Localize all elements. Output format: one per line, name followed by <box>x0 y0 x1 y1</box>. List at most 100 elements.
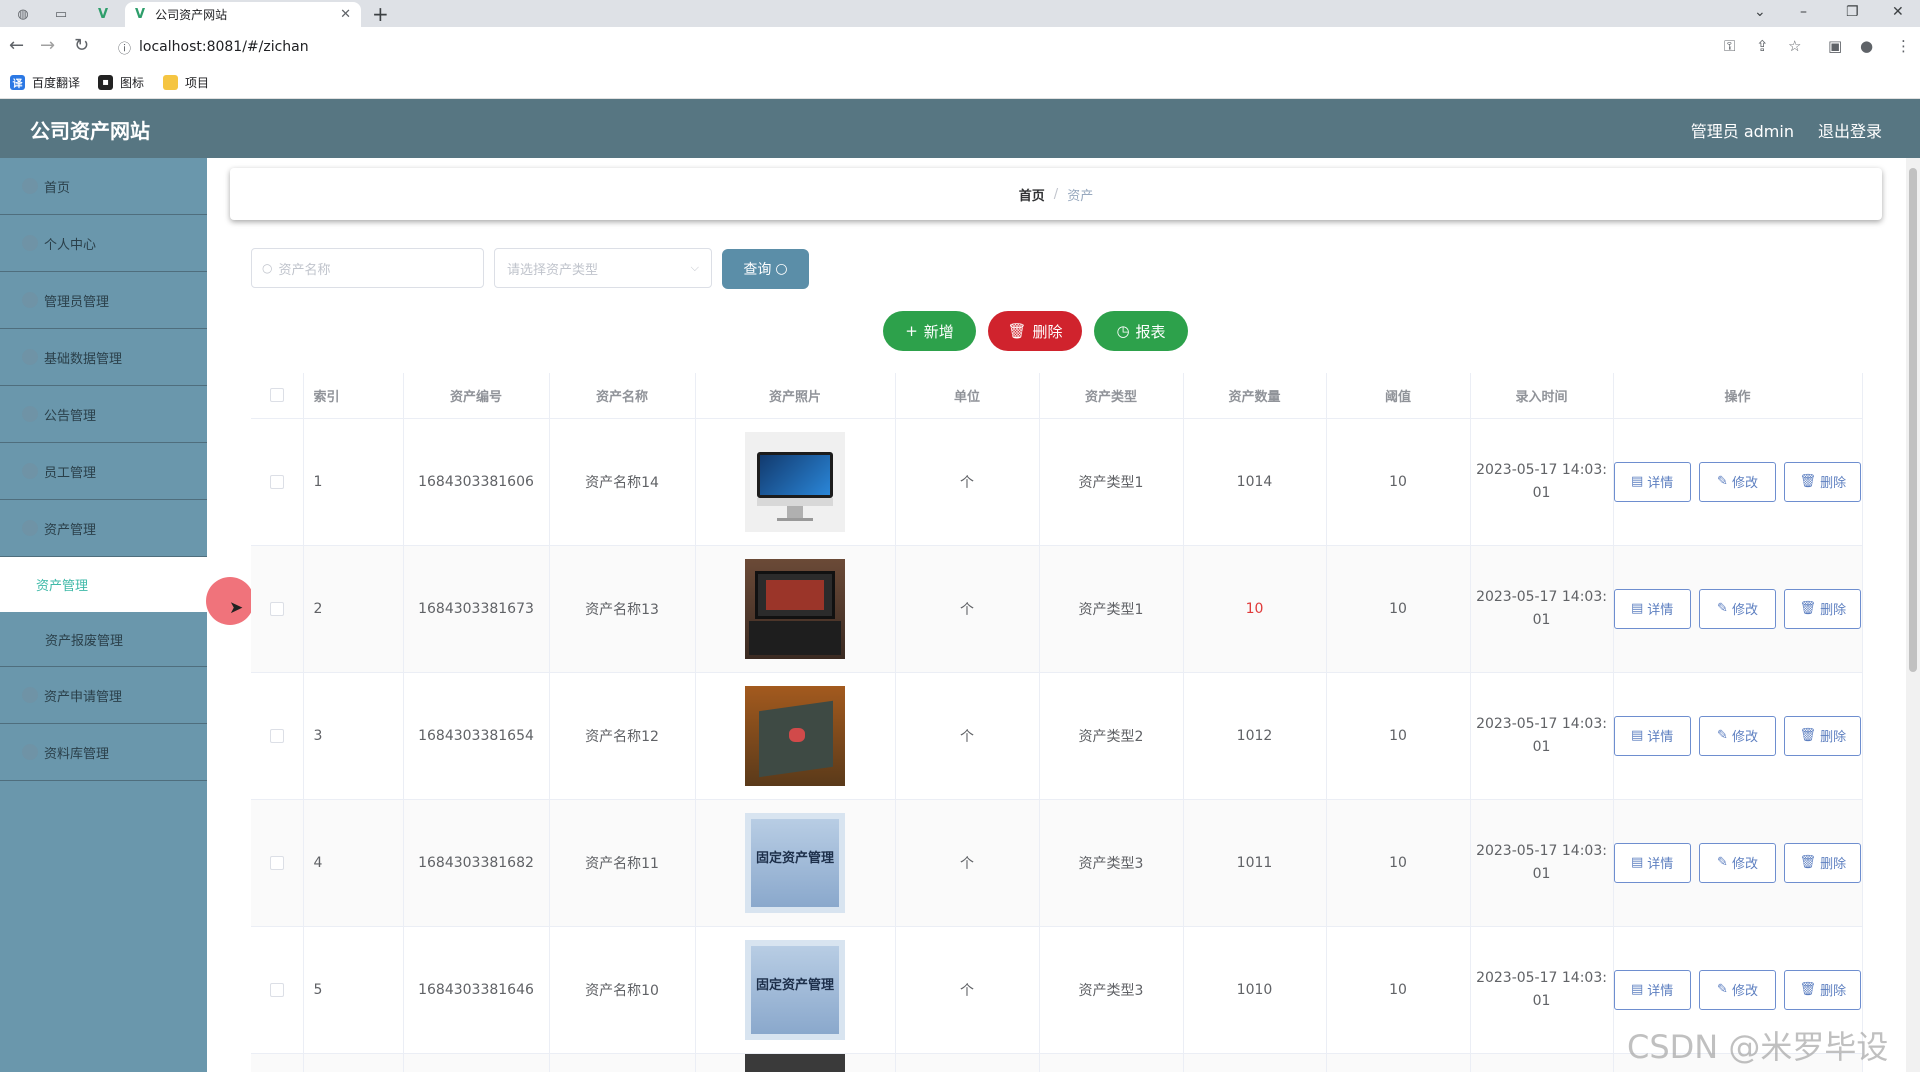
detail-button[interactable]: ▤ 详情 <box>1613 461 1691 502</box>
key-icon[interactable]: ⚿ <box>1724 37 1735 55</box>
table-row[interactable]: 3 1684303381654 资产名称12 个 资产类型2 1012 10 2… <box>251 672 1863 800</box>
asset-name-search-input[interactable]: ○ 资产名称 <box>251 248 484 288</box>
share-icon[interactable]: ⇪ <box>1756 37 1769 55</box>
laptop-photo[interactable] <box>745 558 845 659</box>
column-header: 资产照片 <box>695 373 896 419</box>
edit-button[interactable]: ✎ 修改 <box>1698 461 1777 502</box>
code-cell: 1684303381673 <box>403 545 550 673</box>
unit-cell: 个 <box>895 545 1040 673</box>
vue-tab-icon[interactable]: V <box>88 3 118 25</box>
close-tab-icon[interactable]: ✕ <box>340 7 351 22</box>
reload-icon[interactable]: ↻ <box>74 35 89 56</box>
sidebar-item-home[interactable]: 首页 <box>0 158 207 215</box>
batch-delete-button[interactable]: 🗑 删除 <box>988 311 1082 351</box>
row-checkbox-cell <box>251 418 304 546</box>
delete-label: 删除 <box>1820 603 1847 618</box>
table-row[interactable]: 5 1684303381646 资产名称10 固定资产管理 个 资产类型3 10… <box>251 926 1863 1054</box>
profile-icon[interactable]: ● <box>1860 37 1873 55</box>
edit-button[interactable]: ✎ 修改 <box>1698 715 1777 756</box>
detail-button[interactable]: ▤ 详情 <box>1613 969 1691 1010</box>
scrollbar-thumb[interactable] <box>1909 168 1917 672</box>
fixed-asset-photo[interactable]: 固定资产管理 <box>745 939 845 1040</box>
sidebar-item-admin[interactable]: 管理员管理 <box>0 272 207 329</box>
table-row[interactable]: 1 1684303381606 资产名称14 个 资产类型1 1014 10 2… <box>251 418 1863 546</box>
minimize-icon[interactable]: – <box>1800 4 1807 20</box>
tab-search-icon[interactable]: ⌄ <box>1754 4 1766 20</box>
bookmark-baidu-translate[interactable]: 译 百度翻译 <box>10 74 80 91</box>
delete-row-button[interactable]: 🗑 删除 <box>1784 842 1862 883</box>
new-tab-icon[interactable]: + <box>372 2 389 26</box>
window-close-icon[interactable]: ✕ <box>1892 4 1904 20</box>
back-icon[interactable]: ← <box>9 35 24 56</box>
asset-type-select[interactable]: 请选择资产类型 ⌵ <box>494 248 712 288</box>
bookmark-project[interactable]: 项目 <box>163 74 209 91</box>
sidebar-subitem-asset-manage[interactable]: 资产管理 <box>0 557 207 612</box>
sidebar-item-assets[interactable]: 资产管理 <box>0 500 207 557</box>
time-text: 01 <box>1532 484 1551 501</box>
menu-dots-icon[interactable]: ⋮ <box>1896 37 1911 55</box>
asset-photo[interactable] <box>745 1053 845 1072</box>
delete-row-button[interactable]: 🗑 删除 <box>1784 715 1862 756</box>
side-panel-icon[interactable]: ▣ <box>1828 37 1842 55</box>
breadcrumb-home[interactable]: 首页 <box>1019 185 1045 204</box>
restore-icon[interactable]: ❐ <box>1846 4 1859 20</box>
bookmark-star-icon[interactable]: ☆ <box>1788 37 1801 55</box>
detail-button[interactable]: ▤ 详情 <box>1613 715 1691 756</box>
sidebar-item-base-data[interactable]: 基础数据管理 <box>0 329 207 386</box>
delete-row-button[interactable]: 🗑 删除 <box>1784 969 1862 1010</box>
blank-tab-icon[interactable]: ▭ <box>46 3 76 25</box>
row-checkbox[interactable] <box>269 474 284 489</box>
breadcrumb-current: 资产 <box>1067 188 1094 204</box>
document-icon: ▤ <box>1631 855 1644 870</box>
add-button[interactable]: + 新增 <box>883 311 976 351</box>
sidebar-item-label: 资料库管理 <box>44 746 110 762</box>
sidebar-item-library[interactable]: 资料库管理 <box>0 724 207 781</box>
edit-button[interactable]: ✎ 修改 <box>1698 842 1777 883</box>
delete-row-button[interactable]: 🗑 删除 <box>1784 588 1862 629</box>
sidebar-item-asset-apply[interactable]: 资产申请管理 <box>0 667 207 724</box>
forward-icon[interactable]: → <box>40 35 55 56</box>
photo-cell <box>695 545 896 673</box>
ops-cell: ▤ 详情 ✎ 修改 🗑 删除 <box>1613 672 1863 800</box>
table-row[interactable]: 4 1684303381682 资产名称11 固定资产管理 个 资产类型3 10… <box>251 799 1863 927</box>
edit-button[interactable]: ✎ 修改 <box>1698 588 1777 629</box>
row-checkbox[interactable] <box>269 982 284 997</box>
type-cell: 资产类型3 <box>1039 799 1184 927</box>
site-info-icon[interactable]: ⓘ <box>118 38 131 57</box>
report-button[interactable]: ◷ 报表 <box>1094 311 1188 351</box>
table-row[interactable] <box>251 1053 1863 1072</box>
active-tab[interactable]: V 公司资产网站 ✕ <box>125 2 361 27</box>
globe-icon[interactable]: ◍ <box>8 3 38 25</box>
time-text: 01 <box>1532 865 1551 882</box>
rog-laptop-photo[interactable] <box>745 685 845 786</box>
detail-button[interactable]: ▤ 详情 <box>1613 842 1691 883</box>
photo-cell: 固定资产管理 <box>695 799 896 927</box>
sidebar-item-staff[interactable]: 员工管理 <box>0 443 207 500</box>
select-all-checkbox[interactable] <box>269 388 284 403</box>
column-header: 资产数量 <box>1183 373 1327 419</box>
sidebar-item-profile[interactable]: 个人中心 <box>0 215 207 272</box>
query-button[interactable]: 查询 ○ <box>722 249 809 289</box>
row-checkbox[interactable] <box>269 601 284 616</box>
logout-link[interactable]: 退出登录 <box>1818 118 1882 142</box>
select-placeholder: 请选择资产类型 <box>507 262 599 278</box>
trash-icon: 🗑 <box>1007 322 1027 340</box>
code-cell: 1684303381682 <box>403 799 550 927</box>
photo-cell: 固定资产管理 <box>695 926 896 1054</box>
table-row[interactable]: 2 1684303381673 资产名称13 个 资产类型1 10 10 202… <box>251 545 1863 673</box>
edit-button[interactable]: ✎ 修改 <box>1698 969 1777 1010</box>
unit-cell: 个 <box>895 799 1040 927</box>
monitor-photo[interactable] <box>745 431 845 532</box>
detail-button[interactable]: ▤ 详情 <box>1613 588 1691 629</box>
time-cell: 2023-05-17 14:03: 01 <box>1470 418 1614 546</box>
sidebar-subitem-asset-scrap[interactable]: 资产报废管理 <box>0 612 207 667</box>
url-field[interactable]: ⓘ localhost:8081/#/zichan <box>108 34 1878 60</box>
fixed-asset-photo[interactable]: 固定资产管理 <box>745 812 845 913</box>
sidebar-item-notice[interactable]: 公告管理 <box>0 386 207 443</box>
bookmark-icons[interactable]: ▪ 图标 <box>98 74 144 91</box>
vue-logo-icon: V <box>135 7 146 22</box>
row-checkbox[interactable] <box>269 855 284 870</box>
edit-label: 修改 <box>1731 730 1758 745</box>
delete-row-button[interactable]: 🗑 删除 <box>1784 461 1862 502</box>
row-checkbox[interactable] <box>269 728 284 743</box>
